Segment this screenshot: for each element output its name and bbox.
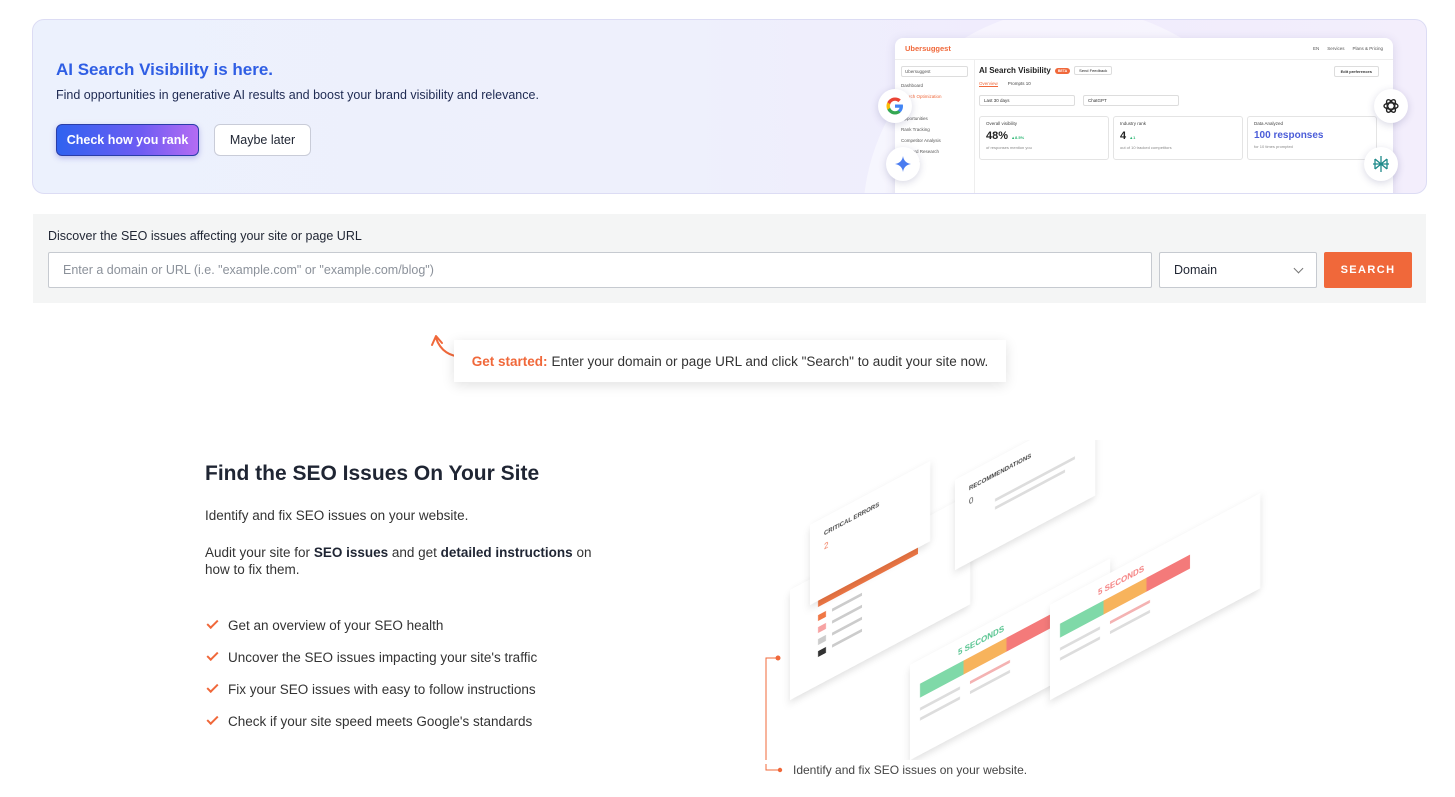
search-label: Discover the SEO issues affecting your s… — [48, 229, 362, 243]
mockup-topbar: Ubersuggest EN Services Plans & Pricing — [895, 38, 1393, 60]
mockup-sidebar-item: Rank Tracking — [901, 127, 930, 132]
check-icon — [206, 712, 219, 726]
mockup-sidebar-item: Competitor Analysis — [901, 138, 941, 143]
illustration-caption: Identify and fix SEO issues on your webs… — [793, 763, 1028, 777]
seo-audit-illustration: CRITICAL ERRORS 2 RECOMMENDATIONS 0 5 SE… — [765, 440, 1260, 760]
maybe-later-button[interactable]: Maybe later — [214, 124, 311, 156]
features-intro: Identify and fix SEO issues on your webs… — [205, 508, 469, 523]
mockup-services: Services — [1327, 46, 1345, 51]
mockup-edit: Edit preferences — [1333, 66, 1379, 77]
ai-visibility-banner: AI Search Visibility is here. Find oppor… — [32, 19, 1427, 194]
mockup-tabs: Overview Prompts 10 — [979, 81, 1387, 87]
list-item: Check if your site speed meets Google's … — [205, 705, 537, 737]
mockup-top-links: EN Services Plans & Pricing — [1313, 46, 1383, 51]
mockup-card: Overall visibility 48% ▲8.5% of response… — [979, 116, 1109, 160]
banner-title: AI Search Visibility is here. — [56, 60, 274, 79]
mockup-filters: Last 30 days ChatGPT — [979, 95, 1387, 106]
banner-subtitle: Find opportunities in generative AI resu… — [56, 88, 539, 102]
tip-emphasis: Get started: — [471, 353, 548, 369]
mockup-main: AI Search Visibility BETA Send Feedback … — [979, 66, 1387, 193]
openai-icon — [1374, 89, 1408, 123]
search-button[interactable]: SEARCH — [1324, 252, 1412, 288]
seo-search-panel: Discover the SEO issues affecting your s… — [33, 214, 1426, 303]
mockup-feedback: Send Feedback — [1074, 66, 1113, 75]
mockup-filter-date: Last 30 days — [979, 95, 1075, 106]
list-item: Uncover the SEO issues impacting your si… — [205, 641, 537, 673]
check-icon — [206, 680, 219, 694]
scope-select[interactable]: Domain — [1159, 252, 1317, 288]
mockup-card: Data Analyzed 100 responses for 10 times… — [1247, 116, 1377, 160]
mockup-heading-text: AI Search Visibility — [979, 66, 1051, 75]
domain-url-input[interactable] — [48, 252, 1152, 288]
features-list: Get an overview of your SEO health Uncov… — [205, 609, 537, 737]
mockup-cards: Overall visibility 48% ▲8.5% of response… — [979, 116, 1387, 160]
mockup-lang: EN — [1312, 46, 1320, 51]
features-title: Find the SEO Issues On Your Site — [205, 462, 540, 485]
google-icon — [878, 89, 912, 123]
mockup-logo: Ubersuggest — [905, 44, 951, 53]
perplexity-icon — [1364, 147, 1398, 181]
beta-badge: BETA — [1054, 67, 1071, 74]
caption-connector — [765, 764, 783, 773]
mockup-card: Industry rank 4 ▲1 out of 10 tracked com… — [1113, 116, 1243, 160]
dashboard-mockup: Ubersuggest EN Services Plans & Pricing … — [895, 38, 1393, 193]
mockup-sidebar-item: Dashboard — [901, 83, 924, 88]
check-icon — [206, 648, 219, 662]
check-rank-button[interactable]: Check how you rank — [56, 124, 199, 156]
list-item: Fix your SEO issues with easy to follow … — [205, 673, 537, 705]
features-audit-text: Audit your site for SEO issues and get d… — [205, 545, 592, 577]
mockup-sidebar-item: Ubersuggest — [901, 66, 968, 77]
get-started-tip: Get started: Enter your domain or page U… — [454, 340, 1006, 382]
mockup-tab: Prompts 10 — [1007, 81, 1031, 86]
mockup-pricing: Plans & Pricing — [1352, 46, 1383, 51]
mockup-sidebar-item: Opportunities — [901, 116, 928, 121]
gemini-icon — [886, 147, 920, 181]
scope-select-value: Domain — [1174, 263, 1218, 277]
mockup-sidebar-item: Search Optimization — [901, 94, 942, 99]
chevron-down-icon — [1293, 263, 1304, 273]
check-icon — [206, 616, 219, 630]
mockup-tab: Overview — [979, 81, 998, 87]
tip-text: Enter your domain or page URL and click … — [551, 353, 989, 369]
mockup-heading: AI Search Visibility BETA Send Feedback — [979, 66, 1387, 75]
list-item: Get an overview of your SEO health — [205, 609, 537, 641]
mockup-filter-model: ChatGPT — [1083, 95, 1179, 106]
